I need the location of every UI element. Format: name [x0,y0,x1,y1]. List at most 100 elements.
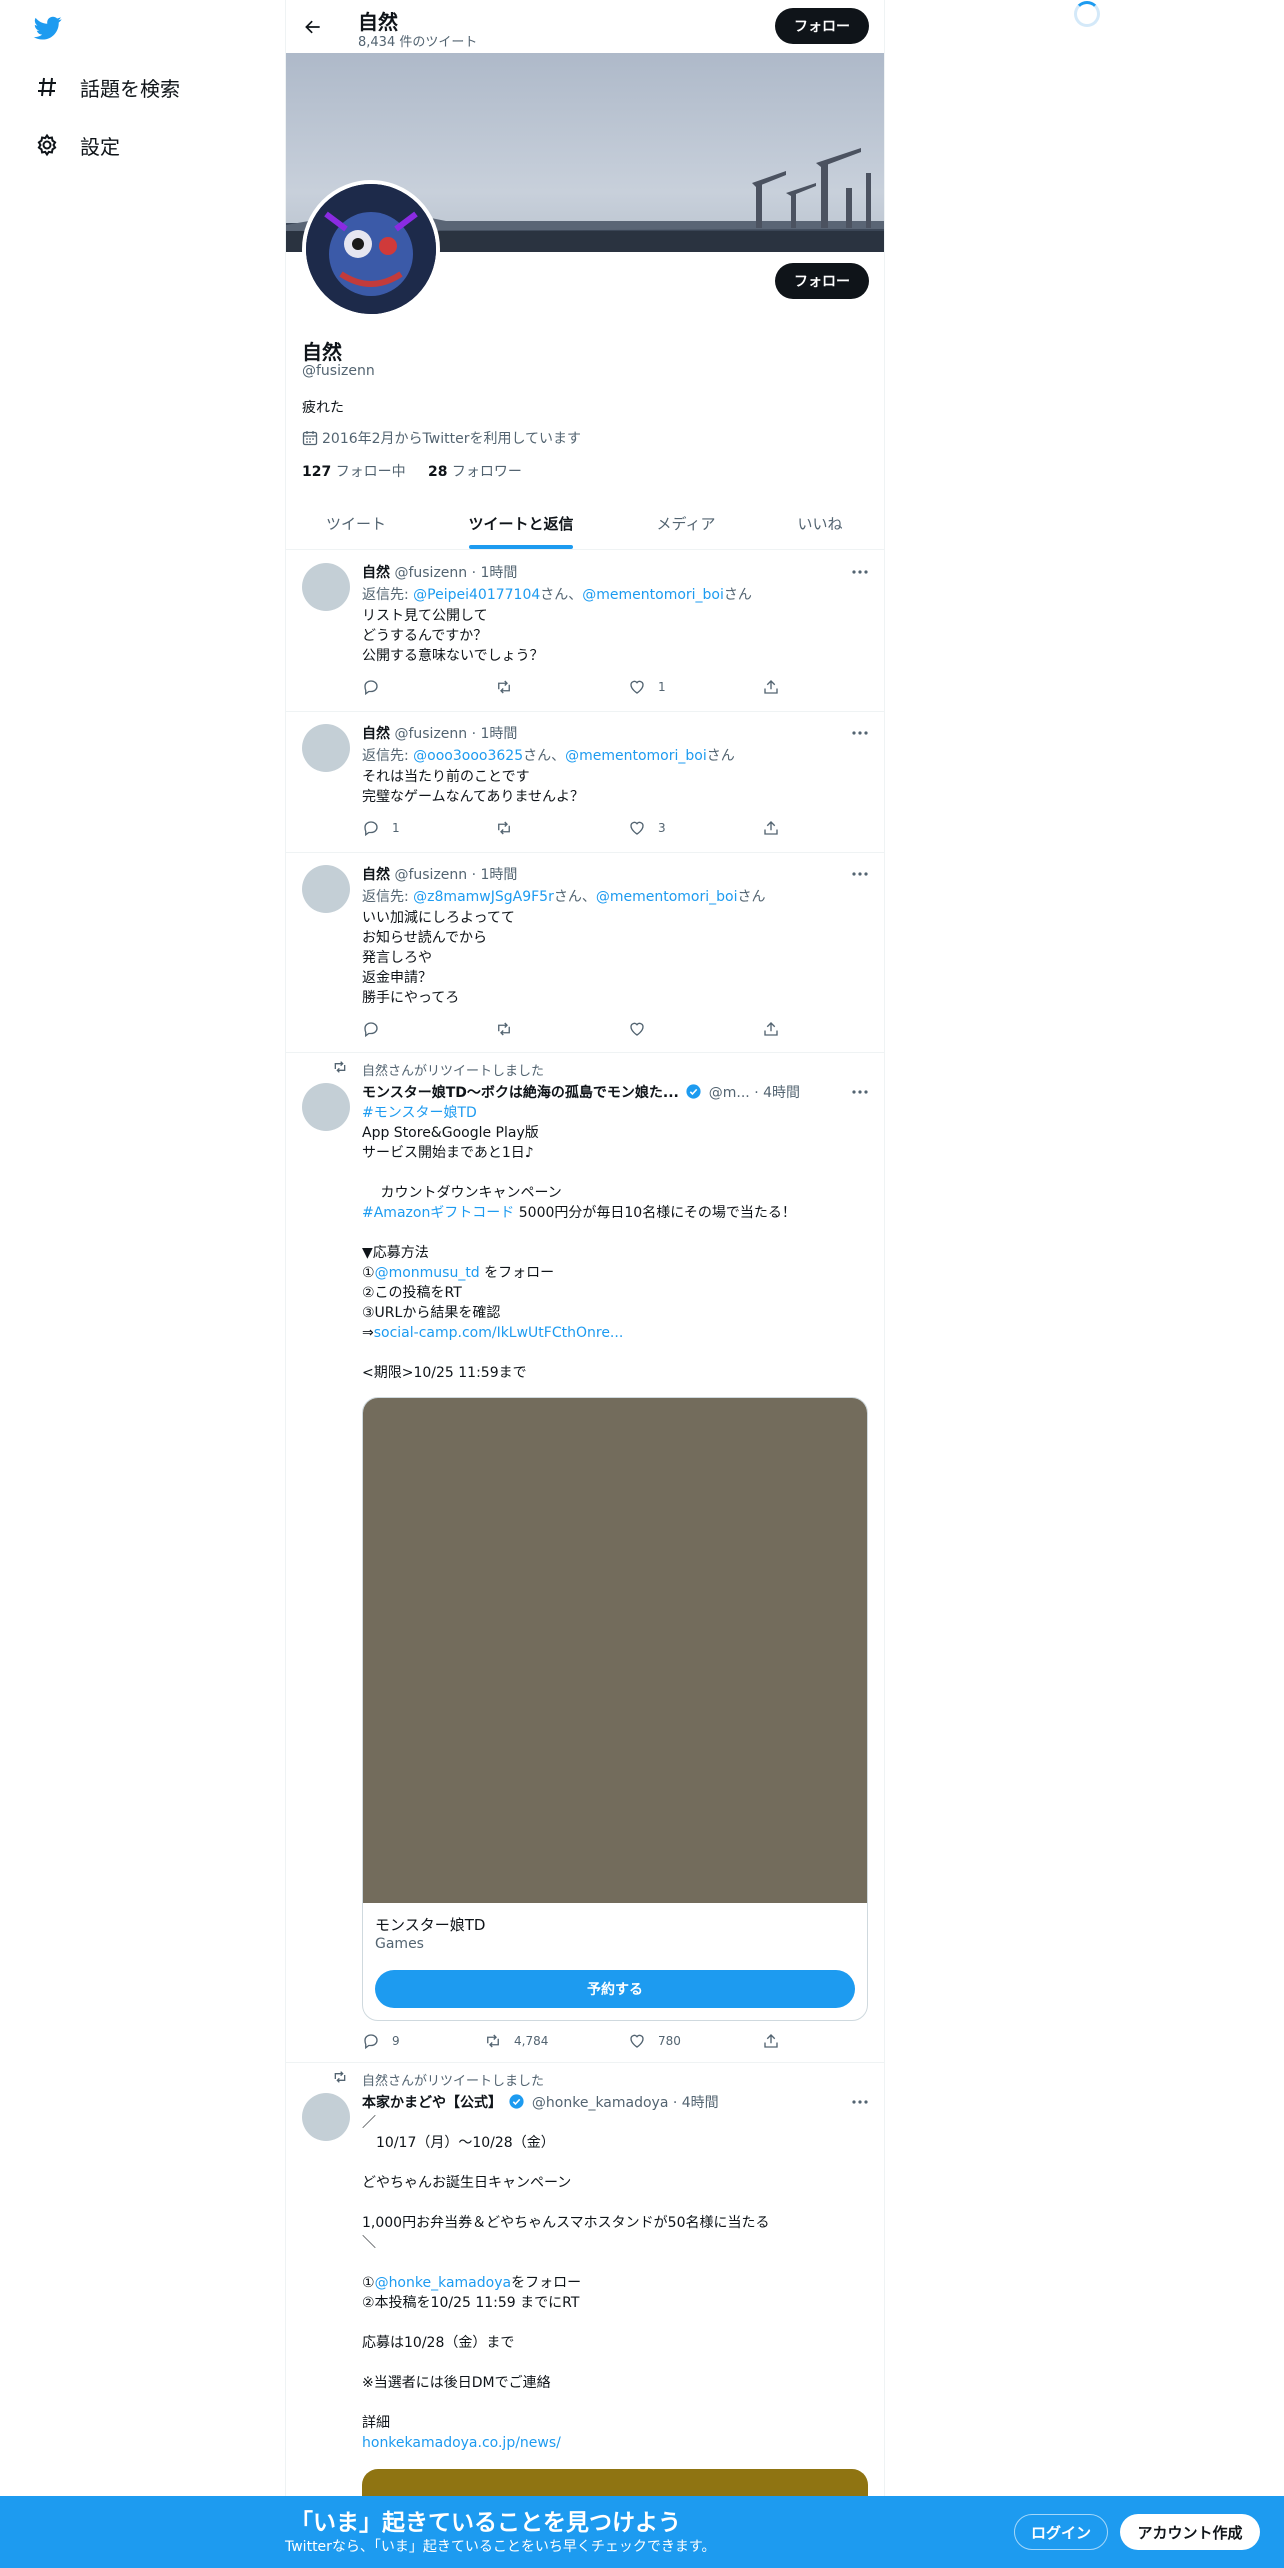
tab-likes[interactable]: いいね [756,497,884,549]
share-button[interactable] [762,819,780,837]
reply-to: 返信先: @z8mamwJSgA9F5rさん、@mementomori_boiさ… [362,886,765,906]
reply-mention[interactable]: @mementomori_boi [565,748,707,764]
reply-mention[interactable]: @Peipei40177104 [413,587,540,603]
retweeted-by[interactable]: 自然さんがリツイートしました [362,1060,544,1079]
tweet[interactable]: 自然 @fusizenn · 1時間 返信先: @Peipei40177104さ… [286,551,884,712]
more-icon[interactable] [850,864,870,884]
avatar[interactable] [302,563,350,611]
tweet-text-fragment: ① [362,1265,375,1281]
avatar[interactable] [302,865,350,913]
tweet-text-line: ①@honke_kamadoyaをフォロー [362,2273,581,2293]
like-button[interactable] [628,1020,658,1038]
reply-button[interactable]: 9 [362,2032,400,2050]
tweet-author-name[interactable]: 本家かまどや【公式】 [362,2095,502,2111]
back-arrow-icon[interactable] [298,12,328,42]
like-button[interactable]: 780 [628,2032,681,2050]
share-button[interactable] [762,678,780,696]
heart-icon [630,2034,644,2048]
tweet-author-name[interactable]: 自然 [362,726,390,742]
tweet-header: 自然 @fusizenn · 1時間 [362,562,517,582]
retweet-icon [498,821,510,835]
profile-follow-button[interactable]: フォロー [775,263,869,299]
share-button[interactable] [762,1020,780,1038]
tweet-text-line: ⇒social-camp.com/IkLwUtFCthOnre... [362,1323,623,1343]
tweet-text: リスト見て公開して どうするんですか？ 公開する意味ないでしょう？ [362,608,544,664]
profile-name: 自然 [302,340,342,364]
followers-link[interactable]: 28 フォロワー [428,464,522,480]
reply-mention[interactable]: @mementomori_boi [596,889,738,905]
tweet-author-handle[interactable]: @honke_kamadoya [532,2095,669,2111]
mention-link[interactable]: @honke_kamadoya [375,2275,512,2291]
tab-tweets-and-replies[interactable]: ツイートと返信 [426,497,616,549]
tweet-author-handle[interactable]: @fusizenn [394,565,467,581]
signup-button[interactable]: アカウント作成 [1120,2514,1260,2550]
tweet-time[interactable]: · 4時間 [673,2095,719,2111]
more-icon[interactable] [850,562,870,582]
tab-tweets[interactable]: ツイート [286,497,426,549]
tweet-author-handle[interactable]: @fusizenn [394,726,467,742]
tweet[interactable]: 自然さんがリツイートしました 本家かまどや【公式】 @honke_kamadoy… [286,2063,884,2509]
reply-button[interactable]: 1 [362,819,400,837]
tweet-text: ②この投稿をRT ③URLから結果を確認 [362,1285,501,1321]
retweeted-by[interactable]: 自然さんがリツイートしました [362,2070,544,2089]
nav-explore[interactable]: 話題を検索 [34,67,180,107]
url-link[interactable]: honkekamadoya.co.jp/news/ [362,2433,561,2453]
tweet-time[interactable]: · 1時間 [472,867,518,883]
heart-icon [630,821,644,835]
tweet-author-handle[interactable]: @m... [709,1085,750,1101]
app-card[interactable]: モンスター娘TD Games 予約する [362,1397,868,2021]
url-link[interactable]: social-camp.com/IkLwUtFCthOnre... [374,1325,624,1341]
tab-media[interactable]: メディア [616,497,756,549]
login-button[interactable]: ログイン [1014,2514,1108,2550]
tweet[interactable]: 自然さんがリツイートしました モンスター娘TD～ボクは絶海の孤島でモン娘た...… [286,1053,884,2063]
reply-mention[interactable]: @z8mamwJSgA9F5r [413,889,554,905]
hashtag-link[interactable]: #Amazonギフトコード [362,1205,514,1221]
reply-count: 9 [392,2034,400,2048]
more-icon[interactable] [850,2092,870,2112]
following-count: 127 [302,464,332,480]
card-image[interactable] [363,1398,867,1903]
nav-settings[interactable]: 設定 [34,125,120,165]
retweet-button[interactable] [495,1020,525,1038]
share-button[interactable] [762,2032,780,2050]
verified-badge-icon [509,2094,525,2109]
reply-prefix: 返信先: [362,889,414,905]
reply-mid: さん、 [523,748,566,764]
tweet-author-handle[interactable]: @fusizenn [394,867,467,883]
hashtag-link[interactable]: #モンスター娘TD [362,1103,477,1123]
retweet-button[interactable] [495,678,525,696]
reply-button[interactable] [362,678,392,696]
reply-mention[interactable]: @ooo3ooo3625 [413,748,523,764]
reply-button[interactable] [362,1020,392,1038]
profile-avatar[interactable] [302,180,440,318]
tweet-time[interactable]: · 1時間 [472,726,518,742]
like-button[interactable]: 3 [628,819,666,837]
reply-mention[interactable]: @mementomori_boi [582,587,724,603]
mention-link[interactable]: @monmusu_td [375,1265,480,1281]
share-icon [764,1022,778,1036]
retweet-button[interactable]: 4,784 [484,2032,548,2050]
header-follow-button[interactable]: フォロー [775,8,869,44]
share-icon [764,821,778,835]
avatar[interactable] [302,724,350,772]
tweet[interactable]: 自然 @fusizenn · 1時間 返信先: @z8mamwJSgA9F5rさ… [286,853,884,1053]
retweet-button[interactable] [495,819,525,837]
tweet-author-name[interactable]: モンスター娘TD～ボクは絶海の孤島でモン娘た... [362,1085,679,1101]
tweet-time[interactable]: · 1時間 [472,565,518,581]
twitter-logo-icon[interactable] [32,14,64,42]
tweet-author-name[interactable]: 自然 [362,565,390,581]
retweet-icon [334,2071,346,2083]
reply-icon [364,1022,378,1038]
avatar[interactable] [302,1083,350,1131]
preorder-button[interactable]: 予約する [375,1970,855,2008]
more-icon[interactable] [850,1082,870,1102]
following-link[interactable]: 127 フォロー中 [302,464,406,480]
tweet[interactable]: 自然 @fusizenn · 1時間 返信先: @ooo3ooo3625さん、@… [286,712,884,853]
avatar[interactable] [302,2093,350,2141]
tweet-author-name[interactable]: 自然 [362,867,390,883]
tweet-text: それは当たり前のことです 完璧なゲームなんてありませんよ？ [362,769,585,805]
like-button[interactable]: 1 [628,678,666,696]
heart-icon [630,680,644,694]
tweet-time[interactable]: · 4時間 [754,1085,800,1101]
more-icon[interactable] [850,723,870,743]
